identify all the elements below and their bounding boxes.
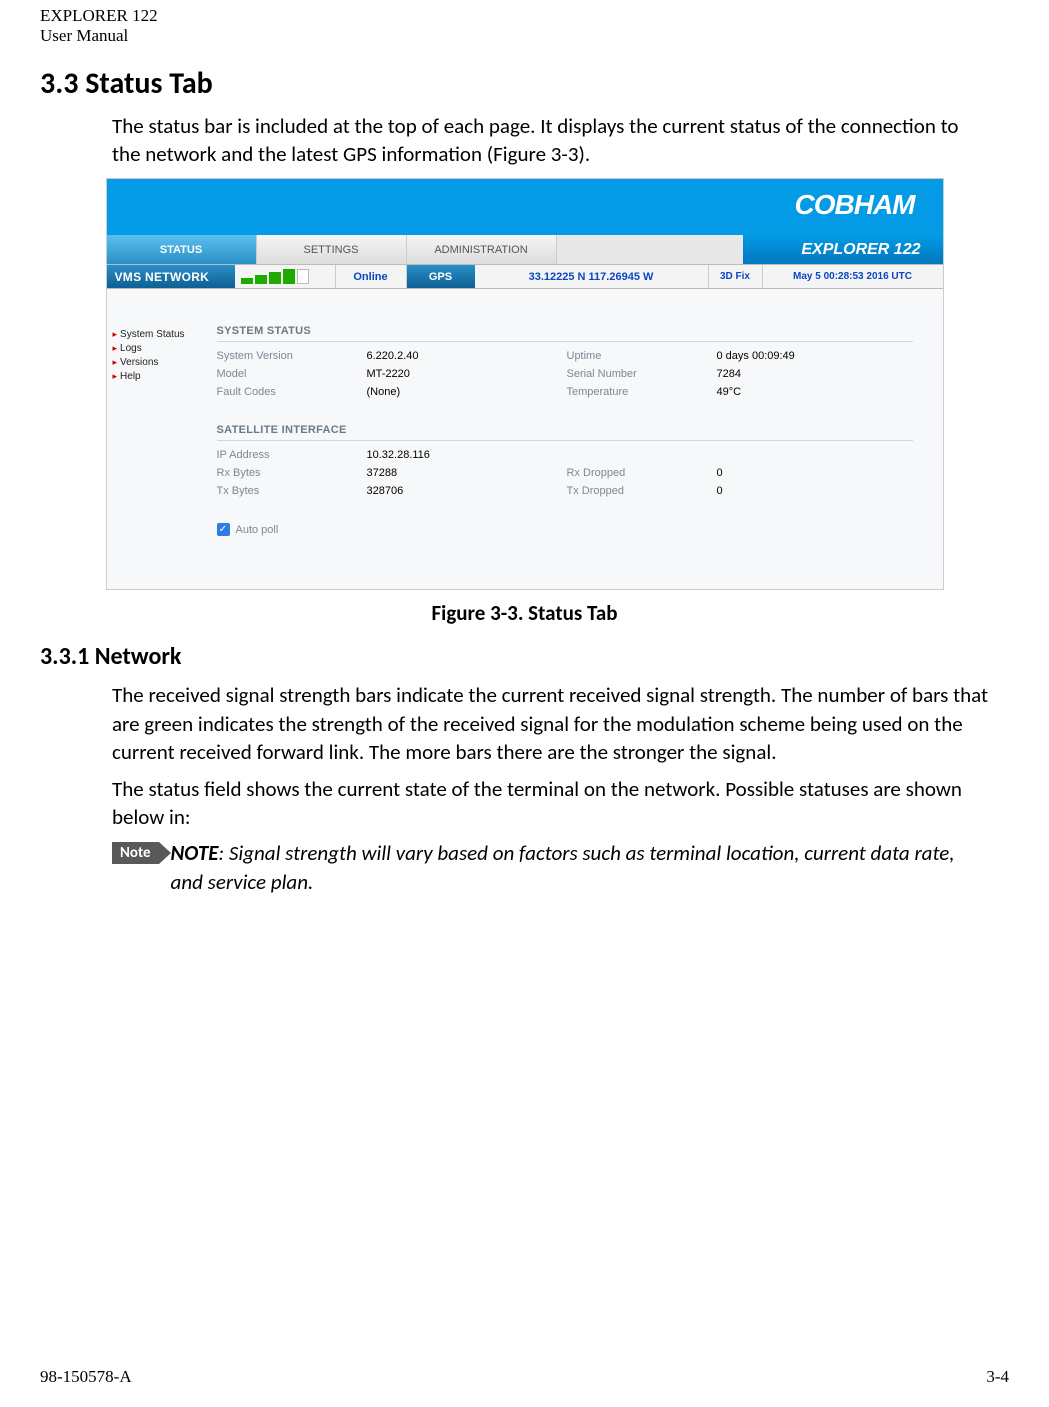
sidenav-item-system-status[interactable]: ▸System Status <box>113 329 201 340</box>
value-rx-dropped: 0 <box>717 467 867 479</box>
label-rx-bytes: Rx Bytes <box>217 467 367 479</box>
note-tag-icon: Note <box>112 842 159 864</box>
status-bar: VMS NETWORK Online GPS 33.12225 N 117.26… <box>107 265 943 289</box>
header-product: EXPLORER 122 <box>40 6 1009 26</box>
label-fault-codes: Fault Codes <box>217 386 367 398</box>
online-status: Online <box>335 265 407 288</box>
tab-settings[interactable]: SETTINGS <box>257 235 407 264</box>
note-text: NOTE: Signal strength will vary based on… <box>171 839 969 896</box>
label-temperature: Temperature <box>567 386 717 398</box>
value-uptime: 0 days 00:09:49 <box>717 350 867 362</box>
gps-label: GPS <box>407 265 475 288</box>
arrow-icon: ▸ <box>113 357 118 367</box>
label-serial: Serial Number <box>567 368 717 380</box>
signal-bar-1 <box>241 278 253 284</box>
empty-cell <box>567 449 717 461</box>
label-model: Model <box>217 368 367 380</box>
label-tx-dropped: Tx Dropped <box>567 485 717 497</box>
paragraph-intro: The status bar is included at the top of… <box>112 112 989 169</box>
sidenav-label: Help <box>120 371 141 382</box>
label-uptime: Uptime <box>567 350 717 362</box>
label-tx-bytes: Tx Bytes <box>217 485 367 497</box>
value-tx-dropped: 0 <box>717 485 867 497</box>
sidenav-label: Versions <box>120 357 158 368</box>
figure-caption: Figure 3-3. Status Tab <box>40 600 1009 626</box>
note-bold: NOTE <box>171 840 219 866</box>
signal-bar-5-off <box>297 269 309 284</box>
signal-strength-bars <box>235 265 335 288</box>
header-subtitle: User Manual <box>40 26 1009 46</box>
satellite-interface-grid: IP Address 10.32.28.116 Rx Bytes 37288 R… <box>217 449 913 497</box>
tabs-spacer <box>557 235 743 264</box>
sidenav-item-help[interactable]: ▸Help <box>113 371 201 382</box>
value-model: MT-2220 <box>367 368 567 380</box>
autopoll-row: ✓ Auto poll <box>217 523 913 536</box>
figure-status-tab-screenshot: COBHAM STATUS SETTINGS ADMINISTRATION EX… <box>106 178 944 590</box>
tab-administration[interactable]: ADMINISTRATION <box>407 235 557 264</box>
product-label: EXPLORER 122 <box>743 235 943 264</box>
label-system-version: System Version <box>217 350 367 362</box>
gps-fix: 3D Fix <box>708 265 763 288</box>
brand-bar: COBHAM <box>107 179 943 235</box>
autopoll-checkbox[interactable]: ✓ <box>217 523 230 536</box>
paragraph-signal-strength: The received signal strength bars indica… <box>112 681 989 766</box>
section-title-system-status: SYSTEM STATUS <box>217 325 913 342</box>
empty-cell <box>717 449 867 461</box>
sidenav-item-logs[interactable]: ▸Logs <box>113 343 201 354</box>
value-fault-codes: (None) <box>367 386 567 398</box>
network-label: VMS NETWORK <box>107 265 235 288</box>
system-status-grid: System Version 6.220.2.40 Uptime 0 days … <box>217 350 913 398</box>
footer-doc-number: 98-150578-A <box>40 1367 132 1387</box>
value-ip-address: 10.32.28.116 <box>367 449 567 461</box>
autopoll-label: Auto poll <box>236 524 279 536</box>
cobham-logo: COBHAM <box>795 189 915 221</box>
sidenav-label: System Status <box>120 329 184 340</box>
value-system-version: 6.220.2.40 <box>367 350 567 362</box>
value-temperature: 49°C <box>717 386 867 398</box>
gps-timestamp: May 5 00:28:53 2016 UTC <box>763 265 943 288</box>
section-title-satellite-interface: SATELLITE INTERFACE <box>217 424 913 441</box>
value-tx-bytes: 328706 <box>367 485 567 497</box>
sidenav-item-versions[interactable]: ▸Versions <box>113 357 201 368</box>
footer-page-number: 3-4 <box>986 1367 1009 1387</box>
main-tabs: STATUS SETTINGS ADMINISTRATION EXPLORER … <box>107 235 943 265</box>
heading-network: 3.3.1 Network <box>40 642 1009 671</box>
arrow-icon: ▸ <box>113 343 118 353</box>
label-ip-address: IP Address <box>217 449 367 461</box>
arrow-icon: ▸ <box>113 371 118 381</box>
signal-bar-2 <box>255 275 267 284</box>
heading-status-tab: 3.3 Status Tab <box>40 65 1009 102</box>
value-rx-bytes: 37288 <box>367 467 567 479</box>
main-panel: SYSTEM STATUS System Version 6.220.2.40 … <box>207 289 943 589</box>
arrow-icon: ▸ <box>113 329 118 339</box>
note-body: : Signal strength will vary based on fac… <box>171 840 955 894</box>
doc-footer: 98-150578-A 3-4 <box>40 1367 1009 1387</box>
tab-status[interactable]: STATUS <box>107 235 257 264</box>
doc-header: EXPLORER 122 User Manual <box>40 0 1009 47</box>
note-block: Note NOTE: Signal strength will vary bas… <box>112 839 969 896</box>
gps-coordinates: 33.12225 N 117.26945 W <box>475 265 708 288</box>
side-nav: ▸System Status ▸Logs ▸Versions ▸Help <box>107 289 207 589</box>
paragraph-status-field: The status field shows the current state… <box>112 775 989 832</box>
label-rx-dropped: Rx Dropped <box>567 467 717 479</box>
signal-bar-4 <box>283 269 295 284</box>
value-serial: 7284 <box>717 368 867 380</box>
signal-bar-3 <box>269 272 281 284</box>
sidenav-label: Logs <box>120 343 142 354</box>
content-area: ▸System Status ▸Logs ▸Versions ▸Help SYS… <box>107 289 943 589</box>
